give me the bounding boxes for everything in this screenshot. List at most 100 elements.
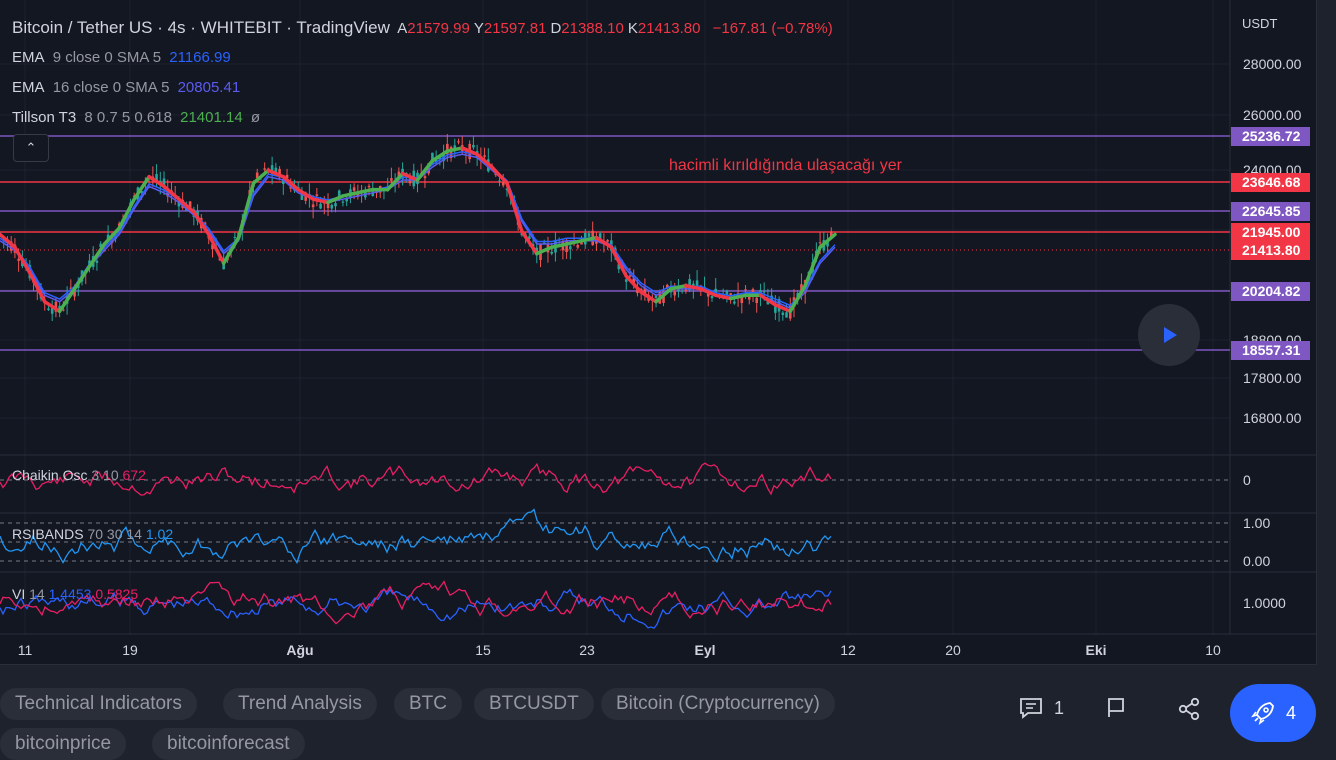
chaikin-zero-label: 0: [1243, 472, 1251, 488]
pane-label-vi[interactable]: VI 14 1.4453 0.5825: [12, 586, 138, 602]
pane-value: 672: [122, 467, 146, 483]
level-label: 23646.68: [1242, 174, 1301, 190]
ohlc-value-D: 21388.10: [561, 20, 624, 37]
y-tick-label: 28000.00: [1243, 56, 1302, 72]
vi-mid-label: 1.0000: [1243, 595, 1286, 611]
indicator-value: 21166.99: [169, 49, 231, 66]
candle: [95, 260, 99, 263]
candle: [17, 258, 20, 261]
candle: [330, 204, 334, 209]
candle: [263, 168, 266, 170]
ohlc-key-D: D: [550, 20, 562, 37]
indicator-ema16[interactable]: EMA 16 close 0 SMA 5 20805.41: [12, 79, 244, 96]
tag-bitcoinforecast[interactable]: bitcoinforecast: [152, 728, 305, 760]
x-tick-label: 20: [945, 642, 961, 658]
candle: [624, 279, 628, 282]
tag-bitcoinprice[interactable]: bitcoinprice: [0, 728, 127, 760]
indicator-params: 8 0.7 5 0.618: [84, 109, 172, 126]
indicator-params: 16 close 0 SMA 5: [52, 79, 170, 96]
pane-label-chaikin[interactable]: Chaikin Osc 3 10 672: [12, 467, 146, 483]
level-label: 25236.72: [1242, 128, 1301, 144]
candle: [319, 203, 322, 209]
tag-btc[interactable]: BTC: [394, 688, 462, 720]
indicator-value: 20805.41: [177, 79, 241, 96]
pane-value-plus: 1.4453: [48, 586, 92, 602]
candle: [352, 187, 356, 191]
collapse-legend-button[interactable]: ⌃: [13, 134, 49, 162]
tag-btcusdt[interactable]: BTCUSDT: [474, 688, 594, 720]
x-tick-label: 19: [122, 642, 138, 658]
pane-value-minus: 0.5825: [95, 586, 139, 602]
candle: [744, 289, 747, 291]
flag-icon: [1108, 698, 1124, 717]
candle: [818, 242, 822, 244]
tillson-t3-segment: [72, 264, 92, 291]
tillson-t3-segment: [773, 303, 793, 314]
chart-frame[interactable]: USDT 28000.00 26000.00 24000.00 18800.00 1780…: [0, 0, 1317, 665]
report-button[interactable]: [1104, 696, 1128, 720]
tillson-t3-segment: [549, 242, 569, 249]
comments-button[interactable]: 1: [1018, 696, 1064, 720]
tillson-t3-segment: [356, 187, 375, 195]
x-tick-label: 23: [579, 642, 595, 658]
level-label: 21413.80: [1242, 242, 1301, 258]
x-tick-label: Eki: [1085, 642, 1106, 658]
y-tick-label: 26000.00: [1243, 107, 1302, 123]
level-label: 21945.00: [1242, 224, 1301, 240]
level-label: 22645.85: [1242, 203, 1301, 219]
candle: [755, 297, 759, 304]
y-tick-label: 16800.00: [1243, 410, 1302, 426]
pane-params: 70 30 14: [87, 526, 142, 542]
share-button[interactable]: [1176, 696, 1202, 722]
play-icon: [1164, 327, 1177, 343]
candle: [483, 155, 486, 157]
candle: [233, 236, 237, 238]
tag-trend-analysis[interactable]: Trend Analysis: [223, 688, 377, 720]
ohlc-values: A21579.99 Y21597.81 D21388.10 K21413.80: [397, 20, 704, 37]
chart-header: Bitcoin / Tether US · 4s · WHITEBIT · Tr…: [12, 18, 837, 38]
candle: [423, 176, 427, 179]
indicator-params: 9 close 0 SMA 5: [52, 49, 162, 66]
x-tick-label: 11: [18, 642, 33, 658]
replay-play-button[interactable]: [1138, 304, 1200, 366]
candle: [47, 308, 50, 310]
indicator-tillson[interactable]: Tillson T3 8 0.7 5 0.618 21401.14 ø: [12, 109, 264, 126]
tillson-t3-segment: [505, 181, 524, 233]
boost-button[interactable]: 4: [1230, 684, 1316, 742]
rocket-icon: [1250, 702, 1274, 725]
pane-value: 1.02: [145, 526, 174, 542]
chart-svg[interactable]: USDT28000.0026000.0024000.0018800.001780…: [0, 0, 1316, 664]
indicator-ema9[interactable]: EMA 9 close 0 SMA 5 21166.99: [12, 49, 235, 66]
share-icon: [1178, 697, 1200, 721]
pane-label-rsibands[interactable]: RSIBANDS 70 30 14 1.02: [12, 526, 173, 542]
candle: [606, 240, 609, 242]
x-tick-label: 10: [1205, 642, 1221, 658]
x-tick-label: Ağu: [286, 642, 313, 658]
level-label: 18557.31: [1242, 342, 1301, 358]
indicator-name: EMA: [12, 49, 45, 66]
candle: [367, 185, 371, 188]
tillson-t3-segment: [341, 191, 360, 198]
candle: [341, 201, 345, 203]
pane-params: 3 10: [91, 467, 119, 483]
tillson-t3-segment: [445, 146, 464, 153]
ohlc-value-K: 21413.80: [637, 20, 701, 37]
pane-params: 14: [29, 586, 45, 602]
rsi-top-label: 1.00: [1243, 515, 1270, 531]
symbol-title[interactable]: Bitcoin / Tether US · 4s · WHITEBIT · Tr…: [12, 18, 390, 37]
pane-name: Chaikin Osc: [12, 467, 88, 483]
x-tick-label: Eyl: [694, 642, 715, 658]
ohlc-value-Y: 21597.81: [483, 20, 547, 37]
candle: [498, 180, 501, 182]
candle: [472, 144, 475, 148]
chart-annotation[interactable]: hacimli kırıldığında ulaşacağı yer: [669, 157, 902, 175]
candle: [673, 291, 677, 296]
x-tick-label: 15: [475, 642, 491, 658]
pane-name: RSIBANDS: [12, 526, 84, 542]
tag-bitcoin-cryptocurrency[interactable]: Bitcoin (Cryptocurrency): [601, 688, 835, 720]
currency-label: USDT: [1242, 16, 1277, 31]
ohlc-key-K: K: [627, 20, 638, 37]
indicator-extra: ø: [250, 109, 261, 126]
tag-technical-indicators[interactable]: Technical Indicators: [0, 688, 197, 720]
candle: [315, 194, 319, 196]
